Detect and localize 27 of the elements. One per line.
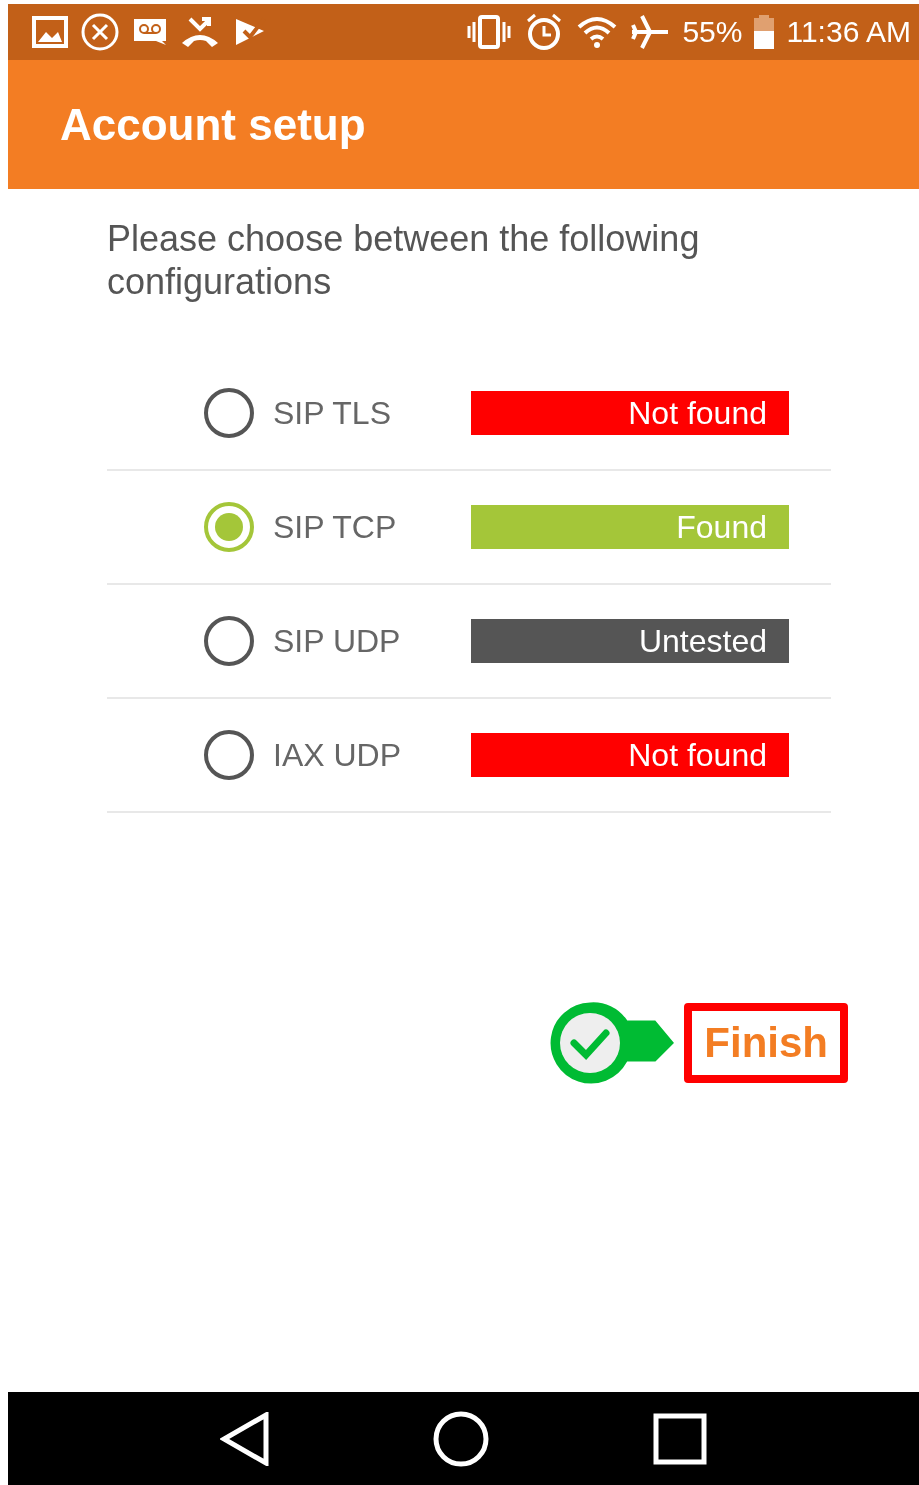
airplane-icon — [630, 12, 671, 52]
battery-icon — [754, 15, 775, 49]
recent-apps-icon[interactable] — [653, 1412, 708, 1465]
radio-button[interactable] — [203, 615, 255, 667]
radio-button[interactable] — [203, 387, 255, 439]
status-badge: Found — [471, 505, 789, 549]
configuration-option[interactable]: IAX UDP — [107, 728, 471, 782]
back-icon[interactable] — [219, 1411, 270, 1466]
vibrate-icon — [466, 14, 513, 50]
radio-button[interactable] — [203, 501, 255, 553]
configuration-option[interactable]: SIP TLS — [107, 386, 471, 440]
home-icon[interactable] — [433, 1410, 490, 1467]
close-icon — [80, 12, 120, 52]
status-badge: Not found — [471, 733, 789, 777]
battery-percentage: 55% — [682, 15, 743, 49]
configuration-option[interactable]: SIP UDP — [107, 614, 471, 668]
configuration-option[interactable]: SIP TCP — [107, 500, 471, 554]
status-badge: Not found — [471, 391, 789, 435]
instruction-text: Please choose between the following configurations — [107, 217, 701, 303]
status-badge: Untested — [471, 619, 789, 663]
clock: 11:36 AM — [786, 15, 911, 49]
voicemail-icon — [132, 17, 168, 47]
wifi-icon — [576, 15, 619, 49]
image-icon — [32, 16, 68, 48]
radio-button[interactable] — [203, 729, 255, 781]
missed-call-icon — [180, 15, 220, 49]
app-bar-title: Account setup — [60, 99, 366, 150]
